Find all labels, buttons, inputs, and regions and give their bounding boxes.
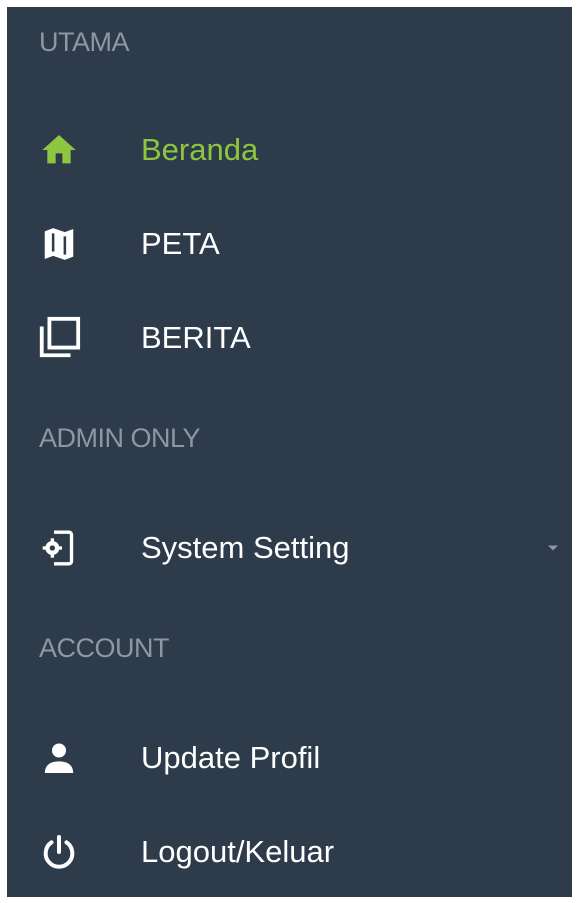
sidebar: UTAMA Beranda PETA BERITA ADMIN ONLY Sys… [7,7,572,897]
settings-device-icon [35,524,83,572]
sidebar-item-label: System Setting [141,530,350,565]
sidebar-item-label: Logout/Keluar [141,834,335,869]
sidebar-item-beranda[interactable]: Beranda [7,115,572,185]
sidebar-item-label: PETA [141,226,220,261]
section-header-admin-only: ADMIN ONLY [39,423,201,453]
sidebar-item-label: BERITA [141,320,251,355]
section-header-utama: UTAMA [39,27,130,57]
sidebar-item-logout[interactable]: Logout/Keluar [7,817,572,887]
section-header-account: ACCOUNT [39,633,170,663]
map-icon [35,220,83,268]
power-icon [35,828,83,876]
sidebar-item-label: Beranda [141,132,259,167]
chevron-down-icon[interactable] [548,545,558,551]
person-icon [35,734,83,782]
sidebar-item-label: Update Profil [141,740,321,775]
library-icon [35,314,83,362]
home-icon [35,126,83,174]
sidebar-item-peta[interactable]: PETA [7,209,572,279]
sidebar-item-system-setting[interactable]: System Setting [7,513,572,583]
sidebar-item-berita[interactable]: BERITA [7,303,572,373]
sidebar-item-update-profil[interactable]: Update Profil [7,723,572,793]
